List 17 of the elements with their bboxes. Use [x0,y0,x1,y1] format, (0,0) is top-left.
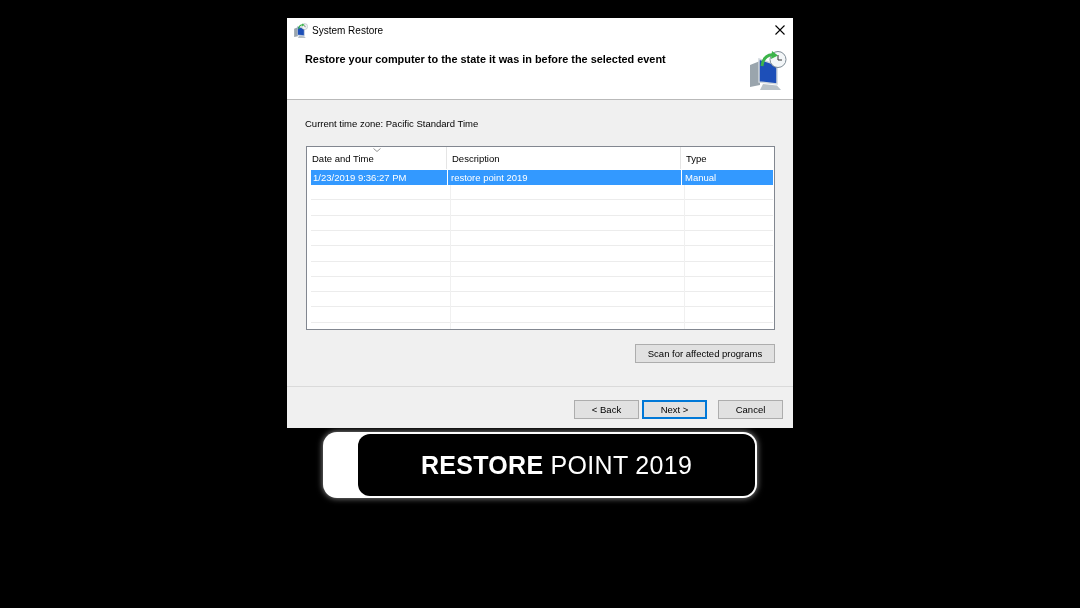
window-title: System Restore [312,24,384,36]
dialog-button[interactable]: < Back [574,400,639,419]
heading: Restore your computer to the state it was in before the selected event [305,53,666,65]
banner-text: RESTORE POINT 2019 [358,434,755,496]
time-zone-label: Current time zone: Pacific Standard Time [305,118,479,130]
column-header[interactable]: Type [681,147,774,169]
dialog-button[interactable]: Cancel [718,400,783,419]
table-cell: Manual [681,170,773,185]
close-icon[interactable] [775,25,785,35]
column-header[interactable]: Date and Time [307,147,447,169]
app-icon [293,22,308,38]
table-cell-text: 1/23/2019 9:36:27 PM [312,171,408,185]
column-header[interactable]: Description [447,147,681,169]
table-cell: restore point 2019 [447,170,681,185]
dialog-button[interactable]: Next > [642,400,707,419]
scan-button[interactable]: Scan for affected programs [635,344,775,363]
monitor-clock-icon [747,50,787,90]
